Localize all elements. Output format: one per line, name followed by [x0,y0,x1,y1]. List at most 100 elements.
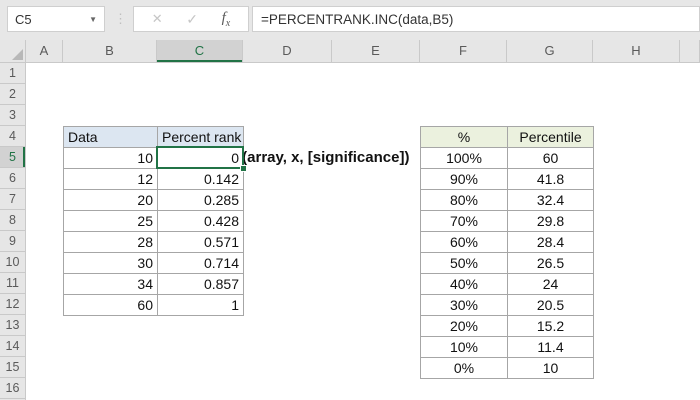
right_table-cell[interactable]: 60% [421,232,508,253]
row-header-2[interactable]: 2 [0,84,25,105]
right_table-header-cell[interactable]: Percentile [508,127,594,148]
cancel-icon[interactable]: ✕ [152,11,163,27]
row-header-7[interactable]: 7 [0,189,25,210]
right_table-row: 90% 41.8 [421,169,594,190]
row-headers: 1 2 3 4 5 6 7 8 9 10 11 12 13 14 15 16 [0,63,26,400]
right_table-cell[interactable]: 20.5 [508,295,594,316]
column-header-A[interactable]: A [26,40,63,62]
row-header-11[interactable]: 11 [0,273,25,294]
right_table-cell[interactable]: 100% [421,148,508,169]
right_table-cell[interactable]: 26.5 [508,253,594,274]
left_table-cell[interactable]: 10 [64,148,158,169]
column-header-H[interactable]: H [593,40,680,62]
row-header-8[interactable]: 8 [0,210,25,231]
formula-input[interactable]: =PERCENTRANK.INC(data,B5) [252,6,700,32]
right_table-cell[interactable]: 32.4 [508,190,594,211]
column-header-D[interactable]: D [243,40,332,62]
right_table-cell[interactable]: 60 [508,148,594,169]
left_table-cell[interactable]: 34 [64,274,158,295]
left_table-cell[interactable]: 60 [64,295,158,316]
left_table-cell[interactable]: 0.714 [158,253,244,274]
chevron-down-icon[interactable]: ▼ [89,15,97,24]
left_table-cell[interactable]: 0.571 [158,232,244,253]
column-header-B[interactable]: B [63,40,157,62]
left_table-header-cell[interactable]: Data [64,127,158,148]
right_table-cell[interactable]: 29.8 [508,211,594,232]
fill-handle[interactable] [240,165,247,172]
right_table-row: 0% 10 [421,358,594,379]
column-header-E[interactable]: E [332,40,420,62]
left_table-cell[interactable]: 1 [158,295,244,316]
left_table-row: 10 0 [64,148,244,169]
right_table-header-cell[interactable]: % [421,127,508,148]
right_table-cell[interactable]: 50% [421,253,508,274]
left_table-cell[interactable]: 0.142 [158,169,244,190]
formula-bar: C5 ▼ ⋮ ✕ ✓ fx =PERCENTRANK.INC(data,B5) [0,0,700,40]
left_table-cell[interactable]: 0.285 [158,190,244,211]
column-header-C[interactable]: C [157,40,243,62]
enter-icon[interactable]: ✓ [186,11,198,28]
left_table-cell[interactable]: 28 [64,232,158,253]
right_table-cell[interactable]: 0% [421,358,508,379]
left_table-cell[interactable]: 0 [158,148,244,169]
percent-rank-table: Data Percent rank 10 0 12 0.142 20 0.285 25 0.428… [63,126,244,316]
right_table-row: 70% 29.8 [421,211,594,232]
left_table-row: 25 0.428 [64,211,244,232]
left_table-header-cell[interactable]: Percent rank [158,127,244,148]
row-header-12[interactable]: 12 [0,294,25,315]
insert-function-icon[interactable]: fx [222,10,231,29]
column-header-F[interactable]: F [420,40,507,62]
left_table-cell[interactable]: 30 [64,253,158,274]
name-box-value: C5 [15,11,32,27]
right_table-row: 10% 11.4 [421,337,594,358]
percentile-table: % Percentile 100% 60 90% 41.8 80% 32.4 70% 29.8 60… [420,126,594,379]
left_table-row: 12 0.142 [64,169,244,190]
left_table-row: 34 0.857 [64,274,244,295]
right_table-cell[interactable]: 10% [421,337,508,358]
right_table-cell[interactable]: 80% [421,190,508,211]
left_table-cell[interactable]: 0.428 [158,211,244,232]
row-header-15[interactable]: 15 [0,357,25,378]
formula-buttons: ✕ ✓ fx [133,6,249,32]
row-header-1[interactable]: 1 [0,63,25,84]
row-header-14[interactable]: 14 [0,336,25,357]
right_table-row: 30% 20.5 [421,295,594,316]
column-headers: ABCDEFGH [26,40,700,63]
left_table-cell[interactable]: 0.857 [158,274,244,295]
excel-window: C5 ▼ ⋮ ✕ ✓ fx =PERCENTRANK.INC(data,B5) … [0,0,700,400]
row-header-16[interactable]: 16 [0,378,25,399]
right_table-row: 20% 15.2 [421,316,594,337]
right_table-row: 80% 32.4 [421,190,594,211]
right_table-cell[interactable]: 41.8 [508,169,594,190]
row-header-4[interactable]: 4 [0,126,25,147]
right_table-cell[interactable]: 90% [421,169,508,190]
row-header-9[interactable]: 9 [0,231,25,252]
drag-dots-icon: ⋮ [114,11,127,26]
column-header-G[interactable]: G [507,40,593,62]
right_table-cell[interactable]: 40% [421,274,508,295]
right_table-cell[interactable]: 10 [508,358,594,379]
left_table-row: 28 0.571 [64,232,244,253]
row-header-10[interactable]: 10 [0,252,25,273]
row-header-5[interactable]: 5 [0,147,25,168]
right_table-cell[interactable]: 11.4 [508,337,594,358]
right_table-row: 60% 28.4 [421,232,594,253]
row-header-13[interactable]: 13 [0,315,25,336]
row-header-3[interactable]: 3 [0,105,25,126]
right_table-cell[interactable]: 15.2 [508,316,594,337]
right_table-cell[interactable]: 70% [421,211,508,232]
left_table-row: 30 0.714 [64,253,244,274]
right_table-cell[interactable]: 24 [508,274,594,295]
name-box[interactable]: C5 ▼ [7,6,105,32]
right_table-cell[interactable]: 30% [421,295,508,316]
left_table-cell[interactable]: 25 [64,211,158,232]
select-all-corner[interactable] [0,40,26,63]
left_table-row: 60 1 [64,295,244,316]
left_table-cell[interactable]: 20 [64,190,158,211]
column-header-spacer [680,40,700,62]
right_table-cell[interactable]: 28.4 [508,232,594,253]
formula-text: =PERCENTRANK.INC(data,B5) [261,11,454,27]
row-header-6[interactable]: 6 [0,168,25,189]
right_table-cell[interactable]: 20% [421,316,508,337]
left_table-cell[interactable]: 12 [64,169,158,190]
